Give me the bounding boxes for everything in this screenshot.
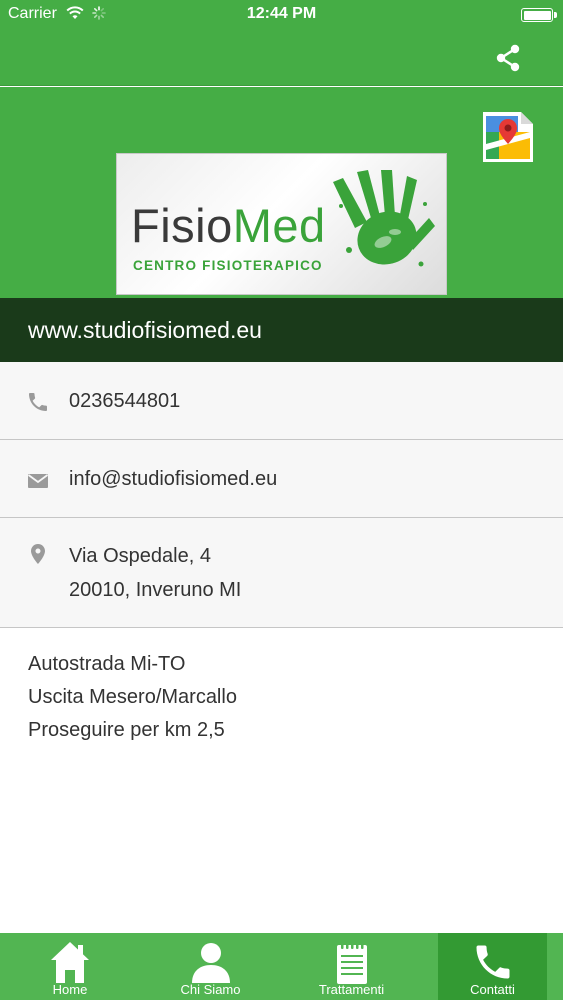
- address-row[interactable]: Via Ospedale, 4 20010, Inveruno MI: [0, 518, 563, 628]
- tab-label: Home: [52, 982, 88, 997]
- nav-bar: [0, 30, 563, 86]
- tab-label: Contatti: [470, 982, 515, 997]
- location-pin-icon: [31, 544, 45, 564]
- tab-bar: Home Chi Siamo Trattamenti Contatti: [0, 933, 563, 1000]
- logo-wordmark: FisioMed: [131, 199, 326, 252]
- directions-line: Autostrada Mi-TO: [28, 653, 186, 675]
- website-link[interactable]: www.studiofisiomed.eu: [0, 298, 563, 362]
- tab-trattamenti[interactable]: Trattamenti: [281, 933, 422, 1000]
- tab-home[interactable]: Home: [0, 933, 140, 1000]
- email-address: info@studiofisiomed.eu: [69, 468, 278, 490]
- status-bar: Carrier 12:44 PM: [0, 0, 563, 30]
- phone-icon: [29, 393, 47, 411]
- person-icon: [191, 943, 230, 983]
- fisiomed-logo: FisioMed CENTRO FISIOTERAPICO: [116, 153, 447, 295]
- address-line-1: Via Ospedale, 4: [69, 545, 211, 567]
- share-icon[interactable]: [493, 43, 523, 73]
- hand-print-icon: [333, 170, 435, 267]
- header-banner: FisioMed CENTRO FISIOTERAPICO: [0, 87, 563, 298]
- status-time: 12:44 PM: [246, 5, 317, 22]
- tab-label: Chi Siamo: [180, 982, 241, 997]
- notepad-icon: [336, 942, 367, 984]
- maps-icon[interactable]: [481, 110, 535, 164]
- home-icon: [51, 942, 89, 983]
- logo-subtitle: CENTRO FISIOTERAPICO: [133, 258, 323, 273]
- mail-icon: [27, 474, 49, 488]
- tab-chi-siamo[interactable]: Chi Siamo: [140, 933, 281, 1000]
- phone-icon: [476, 945, 509, 979]
- tab-contatti[interactable]: Contatti: [438, 933, 547, 1000]
- directions-line: Proseguire per km 2,5: [28, 719, 225, 741]
- phone-number: 0236544801: [69, 390, 181, 412]
- tab-label: Trattamenti: [318, 982, 385, 997]
- email-row[interactable]: info@studiofisiomed.eu: [0, 440, 563, 518]
- battery-tip: [554, 12, 557, 18]
- address-line-2: 20010, Inveruno MI: [69, 579, 242, 601]
- phone-row[interactable]: 0236544801: [0, 362, 563, 440]
- directions-text: Autostrada Mi-TO Uscita Mesero/Marcallo …: [28, 648, 237, 747]
- directions-line: Uscita Mesero/Marcallo: [28, 686, 237, 708]
- battery-icon: [521, 8, 553, 22]
